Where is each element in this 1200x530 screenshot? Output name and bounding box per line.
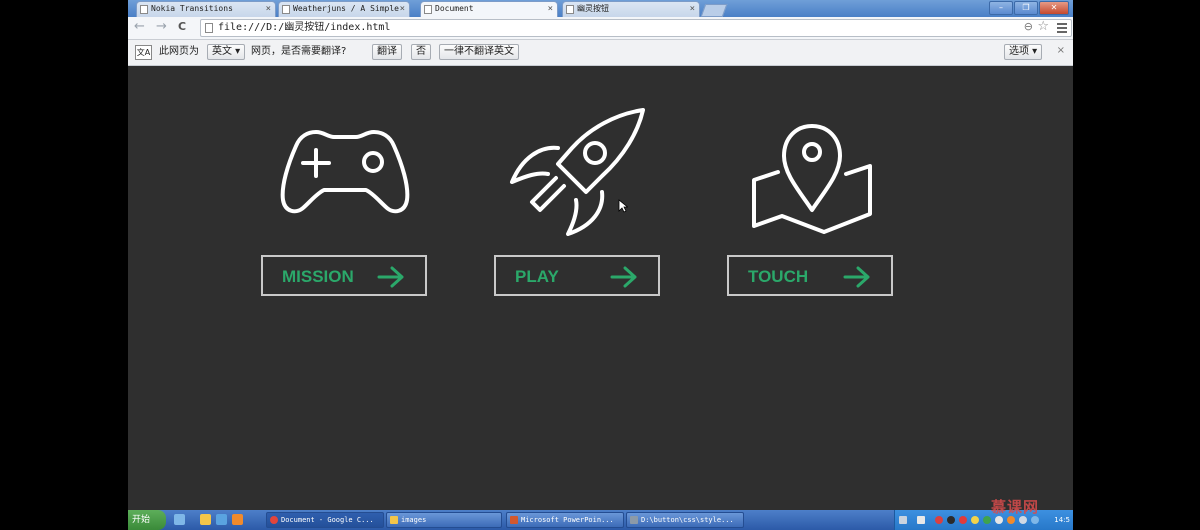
page-icon bbox=[566, 5, 574, 14]
tab-label: Document bbox=[435, 4, 474, 13]
task-powerpoint[interactable]: Microsoft PowerPoin... bbox=[506, 512, 624, 528]
keyboard-icon[interactable] bbox=[899, 516, 907, 524]
page-icon bbox=[140, 5, 148, 14]
task-label: Microsoft PowerPoin... bbox=[521, 516, 614, 524]
help-icon[interactable] bbox=[917, 516, 925, 524]
restore-button[interactable]: ❐ bbox=[1014, 1, 1038, 15]
translate-question: 网页，是否需要翻译? bbox=[251, 46, 347, 57]
qq-icon[interactable] bbox=[200, 514, 211, 525]
tab-ghost-buttons[interactable]: 幽灵按钮 × bbox=[562, 1, 700, 17]
taskbar: 开始 Document - Google C... images Microso… bbox=[128, 498, 1073, 530]
editor-icon bbox=[630, 516, 638, 524]
translate-bar: 文A 此网页为 英文 ▾ 网页，是否需要翻译? 翻译 否 一律不翻译英文 选项 … bbox=[128, 40, 1073, 66]
chrome-icon bbox=[270, 516, 278, 524]
play-button[interactable]: PLAY bbox=[494, 255, 660, 296]
close-tab-icon[interactable]: × bbox=[266, 2, 271, 16]
button-label: TOUCH bbox=[748, 267, 809, 286]
close-tab-icon[interactable]: × bbox=[690, 2, 695, 16]
close-window-button[interactable]: ✕ bbox=[1039, 1, 1069, 15]
tab-document[interactable]: Document × bbox=[420, 1, 558, 17]
browser-window: Nokia Transitions × Weatherjuns / A Simp… bbox=[128, 0, 1073, 530]
ie-icon[interactable] bbox=[216, 514, 227, 525]
tray-app-icon[interactable] bbox=[971, 516, 979, 524]
tab-strip: Nokia Transitions × Weatherjuns / A Simp… bbox=[128, 0, 1073, 17]
button-label: MISSION bbox=[282, 267, 354, 286]
tab-label: 幽灵按钮 bbox=[577, 4, 609, 13]
zoom-icon[interactable]: ⊖ bbox=[1024, 20, 1033, 33]
forward-button[interactable]: → bbox=[156, 20, 167, 34]
tray-app-icon[interactable] bbox=[1007, 516, 1015, 524]
address-text: file:///D:/幽灵按钮/index.html bbox=[218, 22, 391, 33]
tab-nokia-transitions[interactable]: Nokia Transitions × bbox=[136, 1, 276, 17]
map-pin-icon bbox=[752, 124, 872, 234]
language-select[interactable]: 英文 ▾ bbox=[207, 44, 246, 60]
mission-button[interactable]: MISSION bbox=[261, 255, 427, 296]
gamepad-icon bbox=[280, 130, 410, 214]
bookmark-star-icon[interactable]: ☆ bbox=[1037, 19, 1049, 34]
task-label: D:\button\css\style... bbox=[641, 516, 734, 524]
close-tab-icon[interactable]: × bbox=[548, 2, 553, 16]
address-bar[interactable]: file:///D:/幽灵按钮/index.html ⊖ ☆ bbox=[200, 19, 1072, 37]
clock: 14:5 bbox=[1054, 516, 1070, 524]
task-label: images bbox=[401, 516, 427, 524]
tray-app-icon[interactable] bbox=[995, 516, 1003, 524]
rocket-icon bbox=[510, 108, 645, 236]
page-icon bbox=[205, 23, 213, 33]
back-button[interactable]: ← bbox=[134, 20, 145, 34]
translate-icon: 文A bbox=[135, 45, 152, 60]
app-icon[interactable] bbox=[232, 514, 243, 525]
never-translate-button[interactable]: 一律不翻译英文 bbox=[439, 44, 519, 60]
close-translate-bar-icon[interactable]: × bbox=[1057, 45, 1065, 56]
no-translate-button[interactable]: 否 bbox=[411, 44, 431, 60]
task-label: Document - Google C... bbox=[281, 516, 374, 524]
arrow-right-icon bbox=[843, 266, 870, 288]
button-label: PLAY bbox=[515, 267, 559, 286]
tab-label: Nokia Transitions bbox=[151, 4, 233, 13]
arrow-right-icon bbox=[610, 266, 637, 288]
network-icon[interactable] bbox=[1031, 516, 1039, 524]
translate-button[interactable]: 翻译 bbox=[372, 44, 402, 60]
translate-prefix: 此网页为 bbox=[159, 46, 199, 57]
start-label: 开始 bbox=[132, 515, 151, 525]
close-tab-icon[interactable]: × bbox=[400, 2, 405, 16]
reload-button[interactable]: C bbox=[178, 20, 186, 34]
page-icon bbox=[282, 5, 290, 14]
folder-icon bbox=[390, 516, 398, 524]
menu-icon[interactable] bbox=[1057, 23, 1067, 35]
options-button[interactable]: 选项 ▾ bbox=[1004, 44, 1043, 60]
task-chrome[interactable]: Document - Google C... bbox=[266, 512, 384, 528]
tray-app-icon[interactable] bbox=[959, 516, 967, 524]
tray-app-icon[interactable] bbox=[935, 516, 943, 524]
desktop-icon[interactable] bbox=[174, 514, 185, 525]
task-images[interactable]: images bbox=[386, 512, 502, 528]
window-controls: – ❐ ✕ bbox=[989, 1, 1069, 15]
new-tab-button[interactable] bbox=[700, 4, 728, 17]
watermark-logo: 慕课网 bbox=[990, 498, 1039, 516]
task-editor[interactable]: D:\button\css\style... bbox=[626, 512, 744, 528]
powerpoint-icon bbox=[510, 516, 518, 524]
tray-app-icon[interactable] bbox=[947, 516, 955, 524]
mouse-cursor-icon bbox=[618, 199, 628, 213]
touch-button[interactable]: TOUCH bbox=[727, 255, 893, 296]
volume-icon[interactable] bbox=[1019, 516, 1027, 524]
minimize-button[interactable]: – bbox=[989, 1, 1013, 15]
arrow-right-icon bbox=[377, 266, 404, 288]
tab-weatherjuns[interactable]: Weatherjuns / A Simple × bbox=[278, 1, 410, 17]
page-icon bbox=[424, 5, 432, 14]
start-button[interactable]: 开始 bbox=[128, 510, 166, 530]
system-tray: 慕课网 14:5 bbox=[894, 498, 1073, 530]
tray-app-icon[interactable] bbox=[983, 516, 991, 524]
browser-toolbar: ← → C file:///D:/幽灵按钮/index.html ⊖ ☆ bbox=[128, 17, 1073, 40]
tab-label: Weatherjuns / A Simple bbox=[293, 4, 399, 13]
page-content: MISSION PLAY TOUCH bbox=[128, 66, 1073, 510]
